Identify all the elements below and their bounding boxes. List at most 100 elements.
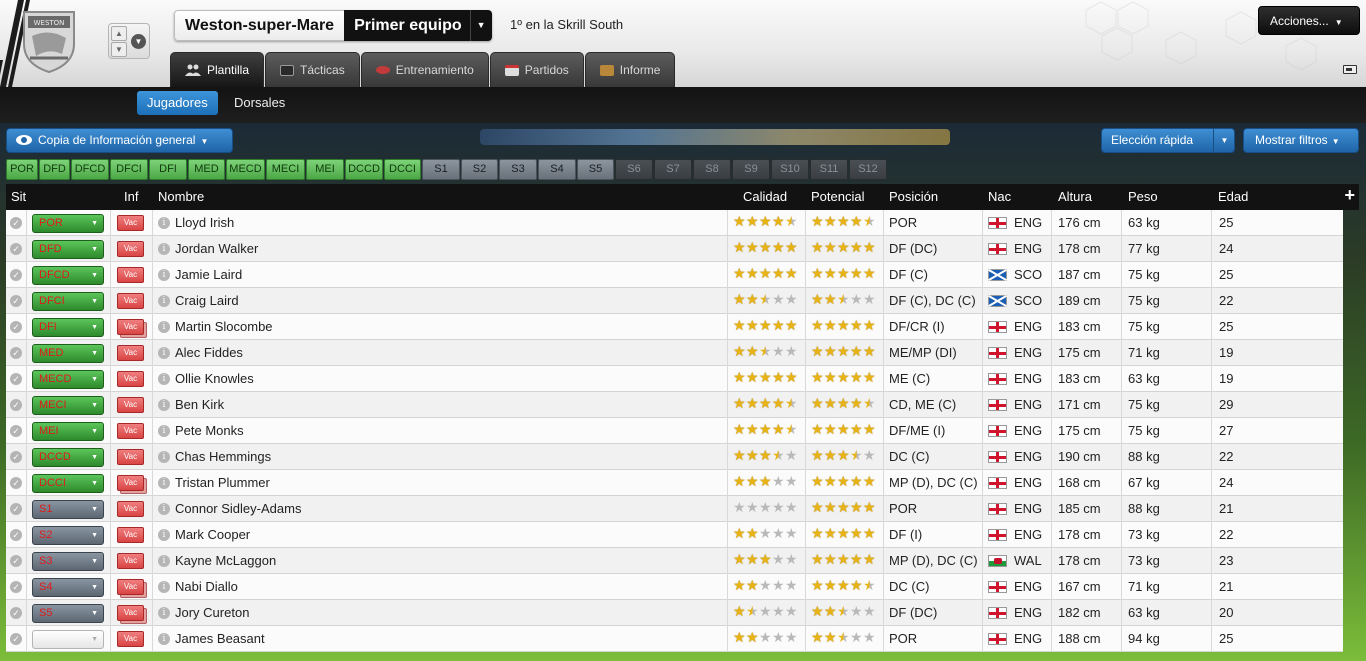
info-badge[interactable]: Vac <box>117 449 144 465</box>
previous-arrow-icon[interactable]: ▲ <box>111 26 127 41</box>
team-name[interactable]: Primer equipo <box>344 10 470 41</box>
col-nationality[interactable]: Nac <box>988 189 1011 204</box>
select-checkbox-icon[interactable]: ✓ <box>10 529 22 541</box>
info-icon[interactable]: i <box>158 451 170 463</box>
info-badge[interactable]: Vac <box>117 475 144 491</box>
table-row[interactable]: ✓ DCCD ▼ Vac i Chas Hemmings DC (C) ENG 1… <box>6 444 1343 470</box>
position-chip[interactable]: S1 <box>422 159 460 180</box>
select-checkbox-icon[interactable]: ✓ <box>10 347 22 359</box>
select-checkbox-icon[interactable]: ✓ <box>10 607 22 619</box>
player-name[interactable]: Alec Fiddes <box>175 345 243 360</box>
status-dropdown[interactable]: MEI ▼ <box>32 422 104 441</box>
position-chip[interactable]: DFD <box>39 159 70 180</box>
info-icon[interactable]: i <box>158 373 170 385</box>
select-checkbox-icon[interactable]: ✓ <box>10 321 22 333</box>
status-dropdown[interactable]: ▼ <box>32 630 104 649</box>
col-height[interactable]: Altura <box>1058 189 1092 204</box>
select-checkbox-icon[interactable]: ✓ <box>10 217 22 229</box>
table-row[interactable]: ✓ DCCI ▼ Vac i Tristan Plummer MP (D), DC… <box>6 470 1343 496</box>
col-weight[interactable]: Peso <box>1128 189 1158 204</box>
player-name[interactable]: Chas Hemmings <box>175 449 271 464</box>
player-name[interactable]: Mark Cooper <box>175 527 250 542</box>
team-menu-icon[interactable]: ▼ <box>131 34 146 49</box>
select-checkbox-icon[interactable]: ✓ <box>10 633 22 645</box>
player-name[interactable]: Kayne McLaggon <box>175 553 276 568</box>
info-icon[interactable]: i <box>158 581 170 593</box>
info-badge[interactable]: Vac <box>117 319 144 335</box>
position-chip[interactable]: DFI <box>149 159 187 180</box>
tab-plantilla[interactable]: Plantilla <box>170 52 265 87</box>
info-icon[interactable]: i <box>158 425 170 437</box>
col-position[interactable]: Posición <box>889 189 938 204</box>
position-chip[interactable]: S11 <box>810 159 848 180</box>
status-dropdown[interactable]: MECI ▼ <box>32 396 104 415</box>
col-age[interactable]: Edad <box>1218 189 1248 204</box>
player-name[interactable]: Martin Slocombe <box>175 319 273 334</box>
player-name[interactable]: Lloyd Irish <box>175 215 234 230</box>
select-checkbox-icon[interactable]: ✓ <box>10 477 22 489</box>
player-name[interactable]: Jamie Laird <box>175 267 242 282</box>
table-row[interactable]: ✓ DFI ▼ Vac i Martin Slocombe DF/CR (I) E… <box>6 314 1343 340</box>
player-name[interactable]: Jory Cureton <box>175 605 249 620</box>
info-icon[interactable]: i <box>158 295 170 307</box>
status-dropdown[interactable]: DFD ▼ <box>32 240 104 259</box>
info-badge[interactable]: Vac <box>117 553 144 569</box>
player-name[interactable]: James Beasant <box>175 631 265 646</box>
select-checkbox-icon[interactable]: ✓ <box>10 425 22 437</box>
table-row[interactable]: ✓ DFCI ▼ Vac i Craig Laird DF (C), DC (C)… <box>6 288 1343 314</box>
chevron-down-icon[interactable]: ▼ <box>1213 129 1235 152</box>
status-dropdown[interactable]: DCCD ▼ <box>32 448 104 467</box>
info-badge[interactable]: Vac <box>117 423 144 439</box>
position-chip[interactable]: MECD <box>226 159 265 180</box>
info-icon[interactable]: i <box>158 269 170 281</box>
info-icon[interactable]: i <box>158 217 170 229</box>
info-badge[interactable]: Vac <box>117 241 144 257</box>
status-dropdown[interactable]: MED ▼ <box>32 344 104 363</box>
select-checkbox-icon[interactable]: ✓ <box>10 269 22 281</box>
position-chip[interactable]: DFCD <box>71 159 109 180</box>
table-row[interactable]: ✓ MECD ▼ Vac i Ollie Knowles ME (C) ENG 1… <box>6 366 1343 392</box>
player-name[interactable]: Jordan Walker <box>175 241 258 256</box>
info-icon[interactable]: i <box>158 347 170 359</box>
player-name[interactable]: Pete Monks <box>175 423 244 438</box>
quick-pick-button[interactable]: Elección rápida ▼ <box>1101 128 1235 153</box>
col-potential[interactable]: Potencial <box>811 189 864 204</box>
position-chip[interactable]: MED <box>188 159 225 180</box>
chevron-down-icon[interactable]: ▼ <box>469 10 492 41</box>
position-chip[interactable]: S5 <box>577 159 614 180</box>
table-row[interactable]: ✓ ▼ Vac i James Beasant POR ENG 188 cm 9… <box>6 626 1343 652</box>
tab-informe[interactable]: Informe <box>584 52 676 87</box>
select-checkbox-icon[interactable]: ✓ <box>10 295 22 307</box>
select-checkbox-icon[interactable]: ✓ <box>10 373 22 385</box>
subnav-jugadores[interactable]: Jugadores <box>137 91 218 115</box>
table-row[interactable]: ✓ S3 ▼ Vac i Kayne McLaggon MP (D), DC (C… <box>6 548 1343 574</box>
position-chip[interactable]: S12 <box>849 159 887 180</box>
info-badge[interactable]: Vac <box>117 579 144 595</box>
select-checkbox-icon[interactable]: ✓ <box>10 399 22 411</box>
tab-tacticas[interactable]: Tácticas <box>265 52 360 87</box>
select-checkbox-icon[interactable]: ✓ <box>10 451 22 463</box>
info-badge[interactable]: Vac <box>117 215 144 231</box>
table-row[interactable]: ✓ POR ▼ Vac i Lloyd Irish POR ENG 176 cm … <box>6 210 1343 236</box>
position-chip[interactable]: S4 <box>538 159 576 180</box>
position-chip[interactable]: S3 <box>499 159 537 180</box>
position-chip[interactable]: S9 <box>732 159 770 180</box>
position-chip[interactable]: S6 <box>615 159 653 180</box>
info-badge[interactable]: Vac <box>117 345 144 361</box>
position-chip[interactable]: DFCI <box>110 159 148 180</box>
position-chip[interactable]: S2 <box>461 159 498 180</box>
status-dropdown[interactable]: DFCI ▼ <box>32 292 104 311</box>
scrollbar[interactable] <box>1345 210 1359 661</box>
table-row[interactable]: ✓ MECI ▼ Vac i Ben Kirk CD, ME (C) ENG 17… <box>6 392 1343 418</box>
add-column-icon[interactable]: + <box>1344 185 1355 206</box>
col-sit[interactable]: Sit <box>11 189 26 204</box>
status-dropdown[interactable]: POR ▼ <box>32 214 104 233</box>
position-chip[interactable]: S10 <box>771 159 809 180</box>
info-badge[interactable]: Vac <box>117 397 144 413</box>
status-dropdown[interactable]: S1 ▼ <box>32 500 104 519</box>
player-name[interactable]: Ben Kirk <box>175 397 224 412</box>
select-checkbox-icon[interactable]: ✓ <box>10 555 22 567</box>
info-icon[interactable]: i <box>158 555 170 567</box>
player-name[interactable]: Tristan Plummer <box>175 475 270 490</box>
table-row[interactable]: ✓ DFD ▼ Vac i Jordan Walker DF (DC) ENG 1… <box>6 236 1343 262</box>
